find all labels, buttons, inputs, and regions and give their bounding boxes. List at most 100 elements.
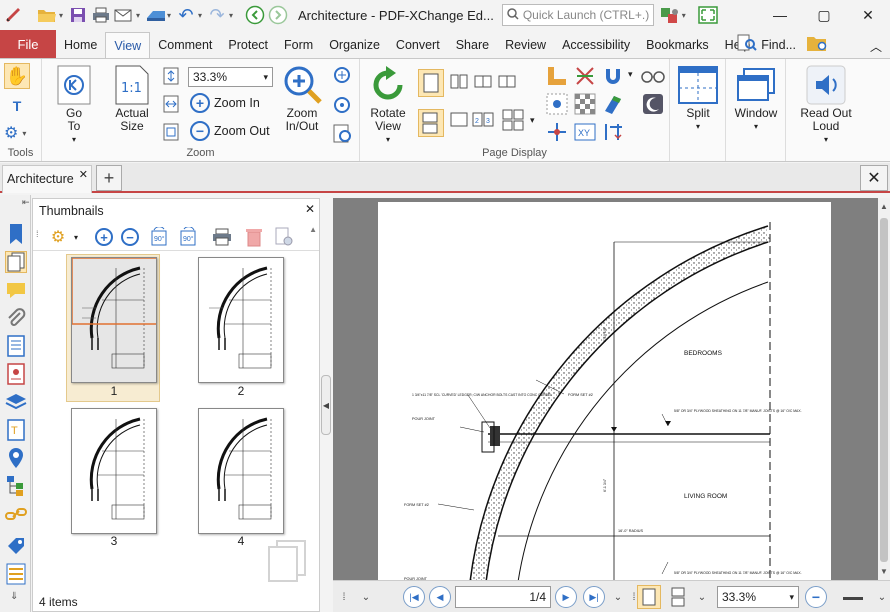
fit-width-button[interactable] bbox=[162, 95, 180, 113]
last-page-button[interactable]: ▶| bbox=[583, 586, 605, 608]
tab-view[interactable]: View bbox=[105, 32, 151, 58]
window-button[interactable]: Window ▾ bbox=[730, 65, 782, 133]
zoom-level-select[interactable]: 33.3% ▾ bbox=[717, 586, 799, 608]
chevron-down-icon[interactable]: ▾ bbox=[530, 115, 535, 126]
single-page-icon[interactable] bbox=[418, 69, 444, 97]
bookmarks-icon[interactable] bbox=[5, 223, 27, 245]
dynamic-zoom-icon[interactable] bbox=[332, 95, 354, 117]
rotate-right-icon[interactable]: 90° bbox=[177, 226, 199, 248]
grid-pages-icon[interactable] bbox=[502, 109, 524, 131]
zoom-in-button[interactable]: + Zoom In bbox=[190, 93, 260, 113]
attachments-icon[interactable] bbox=[5, 307, 27, 329]
back-icon[interactable] bbox=[245, 5, 265, 25]
zoom-slider-icon[interactable]: ▬▬ bbox=[833, 587, 873, 607]
tab-share[interactable]: Share bbox=[448, 32, 497, 58]
maximize-button[interactable]: ▢ bbox=[802, 0, 846, 30]
chevron-down-icon[interactable]: ▾ bbox=[165, 5, 173, 25]
tab-form[interactable]: Form bbox=[276, 32, 321, 58]
find-button[interactable]: Find... bbox=[737, 34, 828, 55]
options-gear-icon[interactable]: ⚙ bbox=[47, 226, 69, 248]
continuous-page-icon[interactable] bbox=[418, 109, 444, 137]
delete-pages-icon[interactable] bbox=[243, 226, 265, 248]
content-icon[interactable] bbox=[5, 335, 27, 357]
collapse-ribbon-icon[interactable]: ︿ bbox=[870, 38, 882, 55]
chevron-down-icon[interactable]: ⌄ bbox=[357, 587, 375, 607]
customize-ui-icon[interactable] bbox=[660, 5, 680, 25]
ruler-icon[interactable] bbox=[546, 65, 568, 87]
snap-icon[interactable] bbox=[602, 65, 624, 87]
go-to-button[interactable]: Go To ▾ bbox=[46, 65, 102, 146]
facing-pages-icon[interactable] bbox=[474, 73, 492, 91]
document-tab[interactable]: Architecture ✕ bbox=[2, 165, 92, 193]
tab-convert[interactable]: Convert bbox=[388, 32, 448, 58]
close-document-button[interactable]: ✕ bbox=[860, 165, 888, 191]
rotate-left-icon[interactable]: 90° bbox=[149, 226, 171, 248]
continuous-view-icon[interactable] bbox=[667, 585, 691, 609]
print-pages-icon[interactable] bbox=[211, 226, 233, 248]
undo-icon[interactable]: ↶ bbox=[176, 5, 196, 25]
single-page-view-icon[interactable] bbox=[637, 585, 661, 609]
minimize-button[interactable]: — bbox=[758, 0, 802, 30]
chevron-down-icon[interactable]: ▾ bbox=[134, 5, 142, 25]
panel-splitter-handle[interactable]: ◀ bbox=[321, 375, 331, 435]
thumbnail-page-2[interactable] bbox=[198, 257, 284, 383]
thumbnails-icon[interactable] bbox=[5, 251, 27, 273]
first-page-button[interactable]: |◀ bbox=[403, 586, 425, 608]
close-icon[interactable]: ✕ bbox=[79, 168, 88, 181]
measure-icon[interactable] bbox=[602, 121, 624, 143]
quick-launch-input[interactable]: Quick Launch (CTRL+.) bbox=[501, 4, 654, 26]
transparency-grid-icon[interactable] bbox=[546, 93, 568, 115]
new-tab-button[interactable]: + bbox=[96, 165, 122, 191]
page-properties-icon[interactable] bbox=[273, 226, 295, 248]
page-numbers-icon[interactable]: 23 bbox=[472, 111, 494, 129]
links-icon[interactable] bbox=[5, 503, 27, 525]
chevron-down-icon[interactable]: ⌄ bbox=[693, 587, 711, 607]
open-folder-icon[interactable] bbox=[37, 5, 57, 25]
checkerboard-icon[interactable] bbox=[574, 93, 596, 115]
tab-accessibility[interactable]: Accessibility bbox=[554, 32, 638, 58]
enlarge-thumbnails-icon[interactable]: + bbox=[93, 226, 115, 248]
read-out-loud-button[interactable]: Read Out Loud ▾ bbox=[796, 65, 856, 146]
glasses-icon[interactable] bbox=[640, 65, 666, 87]
destinations-icon[interactable] bbox=[5, 447, 27, 469]
select-text-tool-icon[interactable]: T bbox=[4, 95, 30, 117]
tab-organize[interactable]: Organize bbox=[321, 32, 388, 58]
order-icon[interactable] bbox=[5, 563, 27, 585]
scroll-up-icon[interactable]: ▲ bbox=[309, 225, 317, 234]
comments-icon[interactable] bbox=[5, 279, 27, 301]
tab-review[interactable]: Review bbox=[497, 32, 554, 58]
redo-icon[interactable]: ↷ bbox=[207, 5, 227, 25]
zoom-out-small-button[interactable]: − bbox=[805, 586, 827, 608]
chevron-down-icon[interactable]: ▾ bbox=[628, 69, 633, 80]
fullscreen-icon[interactable] bbox=[698, 5, 718, 25]
structure-icon[interactable] bbox=[5, 475, 27, 497]
chevron-down-icon[interactable]: ▾ bbox=[57, 5, 65, 25]
forward-icon[interactable] bbox=[268, 5, 288, 25]
rotate-view-button[interactable]: Rotate View ▾ bbox=[362, 65, 414, 146]
chevron-down-icon[interactable]: ▾ bbox=[71, 226, 81, 248]
close-icon[interactable]: ✕ bbox=[305, 202, 315, 216]
thumbnail-page-1[interactable] bbox=[71, 257, 157, 383]
save-icon[interactable] bbox=[68, 5, 88, 25]
thumbnail-page-4[interactable] bbox=[198, 408, 284, 534]
print-icon[interactable] bbox=[91, 5, 111, 25]
tab-file[interactable]: File bbox=[0, 30, 56, 58]
scrollbar-thumb[interactable] bbox=[880, 218, 888, 562]
previous-page-button[interactable]: ◀ bbox=[429, 586, 451, 608]
document-view[interactable]: BEDROOMS LIVING ROOM FORM SET #2 FORM SE… bbox=[333, 198, 878, 582]
chevron-down-icon[interactable]: ▾ bbox=[227, 5, 235, 25]
tab-comment[interactable]: Comment bbox=[150, 32, 220, 58]
fit-visible-button[interactable] bbox=[162, 123, 180, 141]
thumbnail-page-3[interactable] bbox=[71, 408, 157, 534]
tab-protect[interactable]: Protect bbox=[220, 32, 276, 58]
scroll-up-icon[interactable]: ▲ bbox=[880, 202, 888, 211]
chevron-down-icon[interactable]: ⌄ bbox=[873, 587, 890, 607]
xy-coordinates-icon[interactable]: XY bbox=[574, 121, 596, 143]
signatures-icon[interactable] bbox=[5, 363, 27, 385]
pan-zoom-icon[interactable] bbox=[332, 123, 354, 145]
vertical-scrollbar[interactable]: ▲ ▼ bbox=[878, 198, 890, 580]
chevron-down-icon[interactable]: ▾ bbox=[196, 5, 204, 25]
fit-page-button[interactable] bbox=[162, 67, 180, 85]
expand-panel-icon[interactable]: ⇓ bbox=[10, 591, 18, 602]
dark-mode-icon[interactable] bbox=[642, 93, 664, 115]
